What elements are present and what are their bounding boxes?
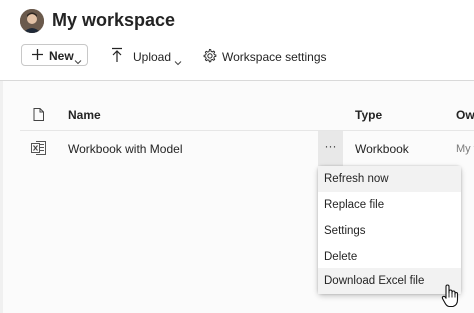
menu-item-delete[interactable]: Delete [318,244,461,270]
chevron-down-icon [74,52,82,70]
table-header: Name Type Own [0,100,474,130]
hand-pointer-icon [441,284,459,313]
row-name[interactable]: Workbook with Model [68,142,183,156]
context-menu: Refresh now Replace file Settings Delete… [318,166,461,294]
menu-item-replace-file[interactable]: Replace file [318,192,461,218]
page-title: My workspace [52,10,176,30]
gear-icon [202,48,217,68]
excel-file-icon [31,141,47,160]
user-avatar[interactable] [20,9,44,33]
workspace-header: My workspace New Upload Workspace settin… [0,0,474,80]
column-header-type[interactable]: Type [355,108,382,122]
table-row[interactable]: Workbook with Model ··· Workbook My w [0,131,474,167]
new-button[interactable]: New [21,44,88,66]
menu-item-download-excel[interactable]: Download Excel file [318,268,461,294]
more-options-button[interactable]: ··· [318,131,343,166]
chevron-down-icon [174,53,182,71]
column-header-owner[interactable]: Own [456,108,474,122]
column-header-name[interactable]: Name [68,108,101,122]
row-owner: My w [456,143,474,155]
upload-arrow-icon [110,47,124,68]
plus-icon [31,48,44,66]
new-button-label: New [49,49,74,63]
menu-item-refresh-now[interactable]: Refresh now [318,166,461,192]
menu-item-settings[interactable]: Settings [318,218,461,244]
upload-button-label: Upload [133,50,172,64]
file-icon [33,108,44,126]
workspace-settings-label: Workspace settings [222,50,327,64]
row-type: Workbook [355,142,409,156]
